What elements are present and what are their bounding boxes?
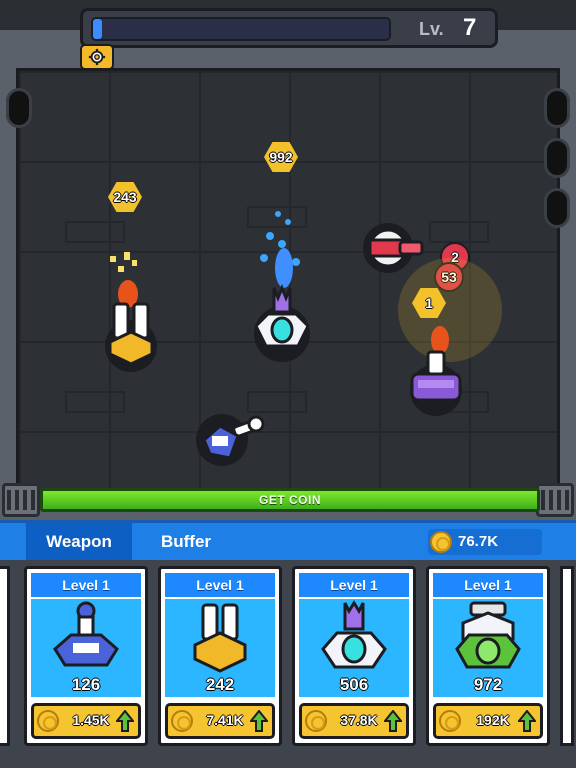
- upgrade-arrow-icon: [116, 710, 134, 732]
- bar-endcap: [536, 483, 574, 517]
- tab-weapon[interactable]: Weapon: [26, 523, 132, 560]
- tab-buffer[interactable]: Buffer: [146, 523, 226, 560]
- card-art: 972: [433, 599, 543, 697]
- xp-fill: [93, 19, 102, 39]
- weapon-card-blue[interactable]: Level 1 126 1.45K: [24, 566, 148, 746]
- weapon-card-green[interactable]: Level 1 972 192K: [426, 566, 550, 746]
- card-damage: 972: [473, 675, 503, 694]
- floor-vent: [429, 221, 489, 243]
- xp-track: [91, 17, 391, 41]
- weapon-card-purple[interactable]: Level 1 506 37.8K: [292, 566, 416, 746]
- coin-icon: [37, 710, 59, 732]
- buy-button[interactable]: 37.8K: [299, 703, 409, 739]
- weapon-card-yellow[interactable]: Level 1 242 7.41K: [158, 566, 282, 746]
- card-damage: 506: [339, 675, 369, 694]
- get-coin-bar[interactable]: GET COIN: [40, 488, 540, 512]
- coin-total-value: 76.7K: [458, 533, 499, 550]
- green-turret-icon: [455, 601, 521, 669]
- card-price: 1.45K: [72, 712, 110, 728]
- card-price: 192K: [476, 712, 510, 728]
- gear-icon: [88, 48, 106, 66]
- spawn-port: [544, 88, 570, 128]
- purple-turret-icon[interactable]: [238, 206, 328, 366]
- card-level: Level 1: [299, 573, 409, 597]
- settings-button[interactable]: [80, 44, 114, 70]
- card-level: Level 1: [433, 573, 543, 597]
- upgrade-arrow-icon: [384, 710, 402, 732]
- coin-icon: [430, 531, 452, 553]
- card-damage: 242: [205, 675, 235, 694]
- shop-tabs: Weapon Buffer 76.7K: [0, 520, 576, 560]
- coin-icon: [171, 710, 193, 732]
- partial-card[interactable]: [0, 566, 10, 746]
- card-art: 126: [31, 599, 141, 697]
- spawn-port: [544, 138, 570, 178]
- card-price: 7.41K: [206, 712, 244, 728]
- floor-vent: [65, 221, 125, 243]
- card-level: Level 1: [165, 573, 275, 597]
- buy-button[interactable]: 1.45K: [31, 703, 141, 739]
- level-progress-bar: Lv. 7: [80, 8, 498, 48]
- floor-vent: [65, 391, 125, 413]
- card-art: 506: [299, 599, 409, 697]
- coin-icon: [439, 710, 461, 732]
- buy-button[interactable]: 192K: [433, 703, 543, 739]
- card-price: 37.8K: [340, 712, 378, 728]
- blue-turret-icon: [53, 601, 119, 667]
- buy-button[interactable]: 7.41K: [165, 703, 275, 739]
- coin-icon: [305, 710, 327, 732]
- card-art: 242: [165, 599, 275, 697]
- level-value: 7: [463, 14, 477, 41]
- purple-cannon-turret-icon[interactable]: [400, 318, 470, 418]
- upgrade-arrow-icon: [518, 710, 536, 732]
- card-level: Level 1: [31, 573, 141, 597]
- spawn-port: [6, 88, 32, 128]
- level-label: Lv.: [419, 19, 444, 39]
- bar-endcap: [2, 483, 40, 517]
- coin-total: 76.7K: [428, 529, 542, 555]
- yellow-twin-turret-icon[interactable]: [100, 250, 162, 376]
- spawn-port: [544, 188, 570, 228]
- floor-vent: [247, 391, 307, 413]
- purple-turret-icon: [321, 600, 387, 669]
- partial-card[interactable]: [560, 566, 574, 746]
- yellow-twin-turret-icon: [193, 603, 247, 673]
- card-damage: 126: [71, 675, 101, 694]
- blue-turret-icon[interactable]: [194, 412, 268, 468]
- upgrade-arrow-icon: [250, 710, 268, 732]
- red-turret-icon[interactable]: [360, 222, 430, 274]
